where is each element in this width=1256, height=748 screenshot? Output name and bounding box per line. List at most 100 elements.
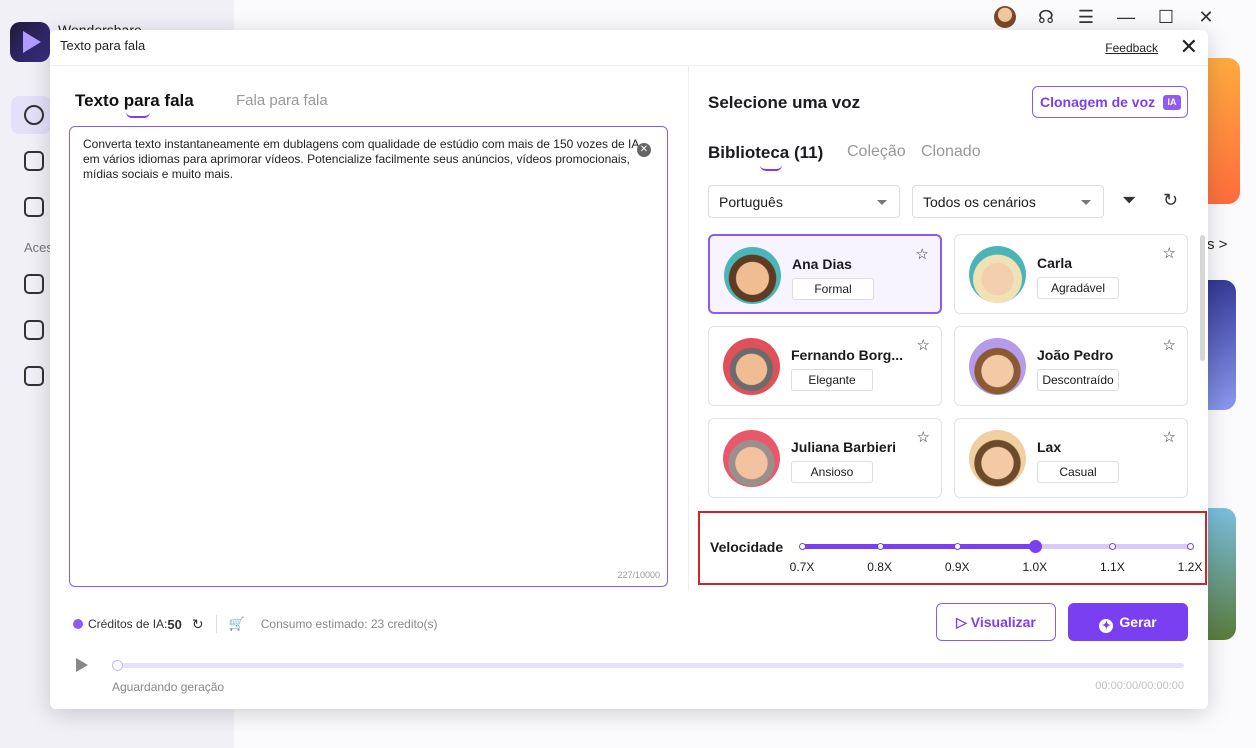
voice-name: Carla [1037, 255, 1073, 271]
language-select[interactable]: Português [708, 185, 900, 218]
speed-tick-label: 0.8X [867, 560, 892, 574]
scenario-value: Todos os cenários [923, 194, 1036, 210]
refresh-icon[interactable]: ↻ [1163, 190, 1178, 211]
voice-avatar [724, 247, 781, 304]
voice-avatar [969, 430, 1026, 487]
voice-card[interactable]: Fernando Borg... Elegante ☆ [708, 326, 942, 406]
speed-knob[interactable] [1028, 540, 1042, 553]
voice-card[interactable]: João Pedro Descontraído ☆ [954, 326, 1188, 406]
voice-tag: Elegante [791, 369, 873, 391]
sidebar-section-label: Aces [24, 240, 53, 255]
credits-icon [73, 619, 83, 629]
minimize-icon[interactable]: — [1116, 7, 1136, 28]
speed-tick-label: 1.0X [1022, 560, 1048, 574]
voice-clone-button[interactable]: Clonagem de voz IA [1032, 86, 1188, 118]
filter-icon[interactable]: ⏷ [1122, 190, 1136, 211]
speed-label: Velocidade [710, 539, 784, 555]
cart-icon[interactable]: 🛒 [229, 616, 245, 632]
voice-tag: Ansioso [791, 461, 873, 483]
briefcase-icon[interactable] [24, 151, 44, 171]
window-close-icon[interactable]: ✕ [1196, 7, 1216, 28]
voice-name: Ana Dias [792, 256, 852, 272]
star-icon[interactable]: ☆ [916, 245, 929, 263]
scenario-select[interactable]: Todos os cenários [912, 185, 1104, 218]
voice-panel-title: Selecione uma voz [708, 93, 861, 112]
playback-time: 00:00:00/00:00:00 [1095, 680, 1184, 692]
generation-status: Aguardando geração [112, 680, 225, 694]
playback-track[interactable] [116, 663, 1184, 668]
voice-card[interactable]: Juliana Barbieri Ansioso ☆ [708, 418, 942, 498]
speed-tick-label: 0.7X [789, 560, 815, 574]
dialog-close-icon[interactable]: ✕ [1180, 36, 1198, 58]
voice-tag: Agradável [1037, 277, 1119, 299]
speed-tick-label: 1.2X [1177, 560, 1203, 574]
voice-avatar [969, 338, 1026, 395]
playback-knob[interactable] [112, 660, 123, 671]
language-value: Português [719, 194, 783, 210]
window-toolbar: ☊ ☰ — ☐ ✕ [994, 6, 1216, 28]
app-logo-icon [10, 22, 50, 62]
editor-text[interactable]: Converta texto instantaneamente em dubla… [83, 137, 643, 182]
header-divider [50, 65, 1208, 66]
chevron-down-icon [1081, 200, 1091, 205]
tab-library[interactable]: Biblioteca (11) [708, 143, 823, 163]
voice-card[interactable]: Lax Casual ☆ [954, 418, 1188, 498]
ia-badge: IA [1163, 95, 1181, 110]
refresh-credits-icon[interactable]: ↻ [192, 616, 204, 633]
home-icon[interactable] [24, 105, 44, 125]
voice-avatar [723, 430, 780, 487]
active-tab-indicator [126, 112, 150, 118]
maximize-icon[interactable]: ☐ [1156, 7, 1176, 28]
character-counter: 227/10000 [617, 570, 660, 580]
speed-tick[interactable] [876, 543, 884, 550]
voice-card[interactable]: Ana Dias Formal ☆ [708, 234, 942, 314]
tools-icon[interactable] [24, 274, 44, 294]
speed-control: Velocidade 0.7X 0.8X 0.9X 1.0X 1.1X 1.2X [698, 511, 1207, 585]
media-icon[interactable] [24, 366, 44, 386]
user-avatar[interactable] [994, 6, 1016, 28]
library-tab-indicator [760, 165, 782, 171]
generate-button[interactable]: ✦ Gerar [1068, 603, 1188, 641]
tts-dialog: Texto para fala Feedback ✕ Texto para fa… [50, 30, 1208, 709]
star-icon[interactable]: ☆ [1163, 244, 1176, 262]
voice-name: Fernando Borg... [791, 347, 903, 363]
clear-text-icon[interactable]: ✕ [637, 143, 651, 157]
credits-label: Créditos de IA: [88, 617, 168, 631]
menu-icon[interactable]: ☰ [1076, 7, 1096, 28]
speed-tick-label: 1.1X [1100, 560, 1125, 574]
headset-icon[interactable]: ☊ [1036, 7, 1056, 28]
see-more-link[interactable]: s > [1207, 236, 1227, 253]
tab-speech-to-speech[interactable]: Fala para fala [236, 92, 328, 109]
star-icon[interactable]: ☆ [1163, 428, 1176, 446]
chevron-down-icon [877, 200, 887, 205]
star-icon[interactable]: ☆ [1163, 336, 1176, 354]
voice-name: João Pedro [1037, 347, 1114, 363]
tab-collection[interactable]: Coleção [847, 143, 906, 161]
credits-value: 50 [167, 616, 182, 632]
dialog-title: Texto para fala [60, 38, 146, 53]
voice-clone-label: Clonagem de voz [1040, 94, 1156, 110]
text-editor[interactable]: Converta texto instantaneamente em dubla… [69, 126, 668, 587]
voice-avatar [723, 338, 780, 395]
speed-track-fill [802, 544, 1035, 549]
feedback-link[interactable]: Feedback [1105, 41, 1158, 55]
voice-list-scrollbar[interactable] [1200, 235, 1205, 361]
generate-icon: ✦ [1099, 619, 1114, 633]
speed-tick[interactable] [799, 543, 806, 550]
tab-cloned[interactable]: Clonado [921, 143, 981, 161]
ai-edit-icon[interactable] [24, 320, 44, 340]
preview-button[interactable]: ▷ Visualizar [936, 603, 1056, 641]
tab-text-to-speech[interactable]: Texto para fala [75, 91, 194, 111]
document-icon[interactable] [24, 197, 44, 217]
star-icon[interactable]: ☆ [917, 428, 930, 446]
play-icon[interactable] [76, 658, 88, 672]
star-icon[interactable]: ☆ [917, 336, 930, 354]
panel-divider [688, 66, 689, 591]
credits-bar: Créditos de IA: 50 ↻ 🛒 Consumo estimado:… [73, 615, 438, 633]
generate-label: Gerar [1119, 614, 1157, 630]
divider [215, 615, 217, 633]
voice-tag: Casual [1037, 461, 1119, 483]
speed-tick[interactable] [1187, 543, 1194, 550]
voice-card[interactable]: Carla Agradável ☆ [954, 234, 1188, 314]
voice-tag: Descontraído [1037, 369, 1119, 391]
